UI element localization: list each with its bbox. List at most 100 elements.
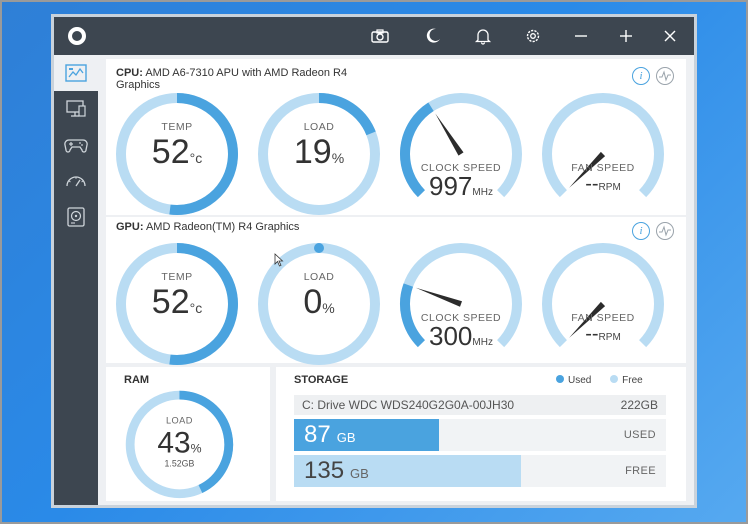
used-amount: 87 GB <box>304 421 356 449</box>
ram-gauge: LOAD 43% 1.52GB <box>124 389 235 500</box>
sidebar-item-speed[interactable] <box>54 163 98 199</box>
free-bar-row: 135 GB FREE <box>294 455 666 487</box>
maximize-icon[interactable] <box>604 17 648 55</box>
gpu-fan-gauge: FAN SPEED --RPM <box>540 241 666 367</box>
gpu-load-value: 0 <box>303 283 323 321</box>
minimize-icon[interactable] <box>559 17 603 55</box>
cpu-clock-gauge: CLOCK SPEED 997MHz <box>398 91 524 217</box>
title-bar <box>54 17 694 55</box>
sidebar-item-monitor[interactable] <box>54 91 98 127</box>
free-unit: GB <box>350 466 369 481</box>
camera-icon[interactable] <box>358 17 402 55</box>
hard-drive-icon <box>67 207 85 227</box>
used-bar-row: 87 GB USED <box>294 419 666 451</box>
used-legend-dot <box>556 375 564 383</box>
gpu-temp-readout: 52°c <box>114 283 240 322</box>
gpu-load-readout: 0% <box>256 283 382 322</box>
ram-load-readout: 43% <box>124 426 235 460</box>
free-value: 135 <box>304 457 345 484</box>
cpu-temp-label: TEMP <box>161 121 193 133</box>
app-window: CPU: AMD A6-7310 APU with AMD Radeon R4 … <box>54 17 694 505</box>
gpu-load-marker <box>314 243 324 253</box>
speedometer-icon <box>66 176 86 187</box>
used-unit: GB <box>336 430 356 445</box>
gpu-clock-unit: MHz <box>472 337 493 348</box>
gpu-graph-icon[interactable] <box>656 222 674 240</box>
gpu-clock-needle <box>415 287 462 307</box>
dashboard-icon <box>65 64 87 82</box>
drive-name: C: Drive WDC WDS240G2G0A-00JH30 <box>302 398 515 412</box>
gpu-title: GPU: AMD Radeon(TM) R4 Graphics <box>116 221 299 233</box>
gpu-title-label: GPU: <box>116 221 144 233</box>
used-value: 87 <box>304 421 331 448</box>
cpu-temp-gauge: TEMP 52°c <box>114 91 240 217</box>
used-legend-label: Used <box>568 375 592 386</box>
gpu-info-icon[interactable]: i <box>632 222 650 240</box>
storage-title: STORAGE <box>294 374 349 386</box>
sidebar-item-gaming[interactable] <box>54 127 98 163</box>
gpu-load-unit: % <box>322 300 335 316</box>
ram-load-value: 43 <box>157 425 191 460</box>
cpu-temp-readout: 52°c <box>114 133 240 172</box>
gpu-clock-value: 300 <box>429 321 473 351</box>
ram-used-size: 1.52GB <box>164 459 195 470</box>
cpu-load-readout: 19% <box>256 133 382 172</box>
app-logo-icon <box>68 27 86 45</box>
gear-icon[interactable] <box>511 17 555 55</box>
storage-panel: STORAGE Used Free C: Drive WDC WDS240G2G… <box>276 367 686 501</box>
drive-header: C: Drive WDC WDS240G2G0A-00JH30 222GB <box>294 395 666 415</box>
cpu-title-label: CPU: <box>116 67 143 79</box>
cpu-fan-unit: RPM <box>598 182 621 193</box>
gpu-temp-gauge: TEMP 52°c <box>114 241 240 367</box>
cpu-graph-icon[interactable] <box>656 67 674 85</box>
cpu-clock-unit: MHz <box>472 187 493 198</box>
cpu-panel: CPU: AMD A6-7310 APU with AMD Radeon R4 … <box>106 59 686 215</box>
cpu-fan-readout: --RPM <box>540 173 666 196</box>
cpu-load-label: LOAD <box>303 121 335 133</box>
gamepad-icon <box>64 139 88 153</box>
cpu-title-name: AMD A6-7310 APU with AMD Radeon R4 Graph… <box>116 67 348 91</box>
ram-title: RAM <box>124 374 150 386</box>
gpu-load-label: LOAD <box>303 271 335 283</box>
gpu-fan-readout: --RPM <box>540 323 666 346</box>
bell-icon[interactable] <box>461 17 505 55</box>
sidebar <box>54 55 98 505</box>
cpu-clock-readout: 997MHz <box>398 171 524 202</box>
free-legend-dot <box>610 375 619 383</box>
gpu-temp-label: TEMP <box>161 271 193 283</box>
cpu-temp-value: 52 <box>151 133 190 171</box>
moon-icon[interactable] <box>411 17 455 55</box>
ram-panel: RAM LOAD 43% 1.52GB <box>106 367 270 501</box>
storage-bars: 87 GB USED 135 GB FREE <box>294 419 666 489</box>
monitor-icon <box>66 100 86 117</box>
sidebar-item-dashboard[interactable] <box>54 55 98 91</box>
cpu-clock-needle <box>435 113 464 156</box>
free-legend-label: Free <box>622 375 643 386</box>
cpu-info-icon[interactable]: i <box>632 67 650 85</box>
cpu-clock-value: 997 <box>429 171 473 201</box>
cpu-load-gauge: LOAD 19% <box>256 91 382 217</box>
cpu-fan-gauge: FAN SPEED --RPM <box>540 91 666 217</box>
free-amount: 135 GB <box>304 457 369 485</box>
cpu-load-value: 19 <box>293 133 332 171</box>
sidebar-item-storage[interactable] <box>54 199 98 235</box>
close-icon[interactable] <box>648 17 692 55</box>
gpu-clock-gauge: CLOCK SPEED 300MHz <box>398 241 524 367</box>
used-label: USED <box>623 429 656 441</box>
gpu-temp-value: 52 <box>151 283 190 321</box>
gpu-fan-value: -- <box>585 323 599 345</box>
storage-legend: Used Free <box>556 375 643 386</box>
free-label: FREE <box>625 465 656 477</box>
cpu-fan-value: -- <box>585 173 599 195</box>
cpu-title: CPU: AMD A6-7310 APU with AMD Radeon R4 … <box>116 67 376 91</box>
mouse-cursor-icon <box>274 253 284 267</box>
ram-load-unit: % <box>190 440 202 455</box>
gpu-title-name: AMD Radeon(TM) R4 Graphics <box>145 221 300 233</box>
gpu-panel: GPU: AMD Radeon(TM) R4 Graphics i TEMP 5… <box>106 217 686 365</box>
drive-capacity: 222GB <box>620 398 658 412</box>
cpu-temp-unit: °c <box>189 150 203 166</box>
gpu-clock-readout: 300MHz <box>398 321 524 352</box>
cpu-load-unit: % <box>331 150 345 166</box>
gpu-temp-unit: °c <box>189 300 203 316</box>
gpu-fan-unit: RPM <box>598 332 621 343</box>
